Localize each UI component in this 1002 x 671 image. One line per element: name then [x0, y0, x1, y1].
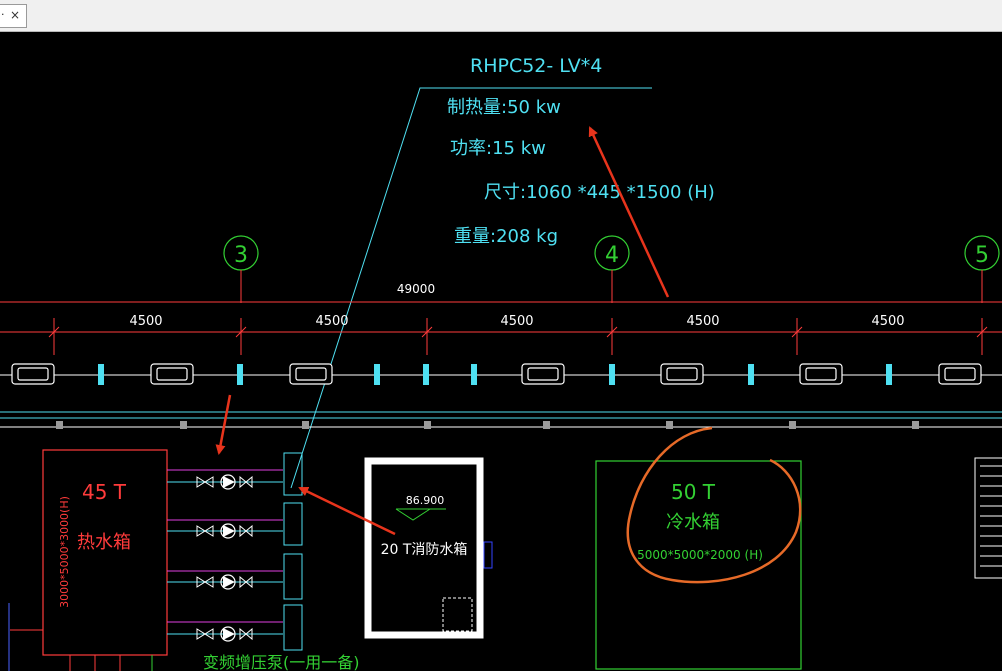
- overall-dimension-value: 49000: [397, 282, 435, 296]
- bay-dim-1: 4500: [129, 314, 162, 329]
- grid-axis-4: 4: [594, 235, 630, 303]
- grid-axis-5: 5: [964, 235, 1000, 303]
- grid-axis-3-label: 3: [234, 243, 248, 268]
- fire-tank-pipe: [483, 541, 493, 569]
- grid-axis-3: 3: [223, 235, 259, 303]
- fire-tank-elevation: 86.900: [406, 494, 445, 507]
- grid-axis-5-label: 5: [975, 243, 989, 268]
- annotation-arrow-to-unit: [298, 486, 396, 536]
- drawing-tab-bar: · ×: [0, 0, 1002, 32]
- annotation-arrow-to-label: [588, 126, 670, 298]
- annotation-arrow-to-pump: [215, 394, 232, 455]
- grid-axis-4-label: 4: [605, 243, 619, 268]
- fire-tank-name: 20 T消防水箱: [381, 542, 468, 558]
- beam-row: [0, 363, 1002, 385]
- power-rating: 功率:15 kw: [450, 138, 546, 159]
- left-edge-lines: [8, 603, 153, 671]
- hot-tank-capacity: 45 T: [82, 480, 127, 504]
- drawing-tab-label: ·: [1, 8, 5, 21]
- cold-tank-name: 冷水箱: [666, 512, 720, 533]
- wall-lines: [0, 411, 1002, 419]
- drawing-tab[interactable]: · ×: [0, 4, 27, 28]
- hot-water-tank[interactable]: 45 T 热水箱 3000*5000*3000(H): [42, 449, 168, 656]
- overall-dimension: 49000: [0, 282, 1002, 303]
- cold-water-tank[interactable]: 50 T 冷水箱 5000*5000*2000 (H): [595, 460, 802, 670]
- cold-tank-capacity: 50 T: [671, 480, 716, 504]
- white-wall-line: [0, 421, 1002, 429]
- bay-dim-3: 4500: [500, 314, 533, 329]
- cold-tank-size: 5000*5000*2000 (H): [637, 548, 763, 562]
- heating-capacity: 制热量:50 kw: [447, 97, 561, 118]
- equipment-size: 尺寸:1060 *445 *1500 (H): [484, 182, 715, 203]
- equipment-weight: 重量:208 kg: [454, 226, 558, 247]
- bay-dim-4: 4500: [686, 314, 719, 329]
- bay-dim-5: 4500: [871, 314, 904, 329]
- pump-group: [167, 469, 283, 635]
- right-edge-stair: [974, 457, 1002, 579]
- fire-water-tank[interactable]: 86.900 20 T消防水箱: [364, 457, 484, 639]
- pump-note: 变频增压泵(一用一备): [203, 653, 360, 671]
- close-tab-icon[interactable]: ×: [10, 8, 20, 22]
- hot-tank-name: 热水箱: [77, 532, 131, 553]
- hot-tank-legs: [10, 629, 121, 671]
- bay-dim-2: 4500: [315, 314, 348, 329]
- equipment-label: RHPC52- LV*4 制热量:50 kw 功率:15 kw 尺寸:1060 …: [447, 55, 715, 247]
- cad-drawing-canvas[interactable]: RHPC52- LV*4 制热量:50 kw 功率:15 kw 尺寸:1060 …: [0, 32, 1002, 671]
- equipment-model: RHPC52- LV*4: [470, 55, 602, 77]
- hot-tank-size: 3000*5000*3000(H): [58, 496, 71, 608]
